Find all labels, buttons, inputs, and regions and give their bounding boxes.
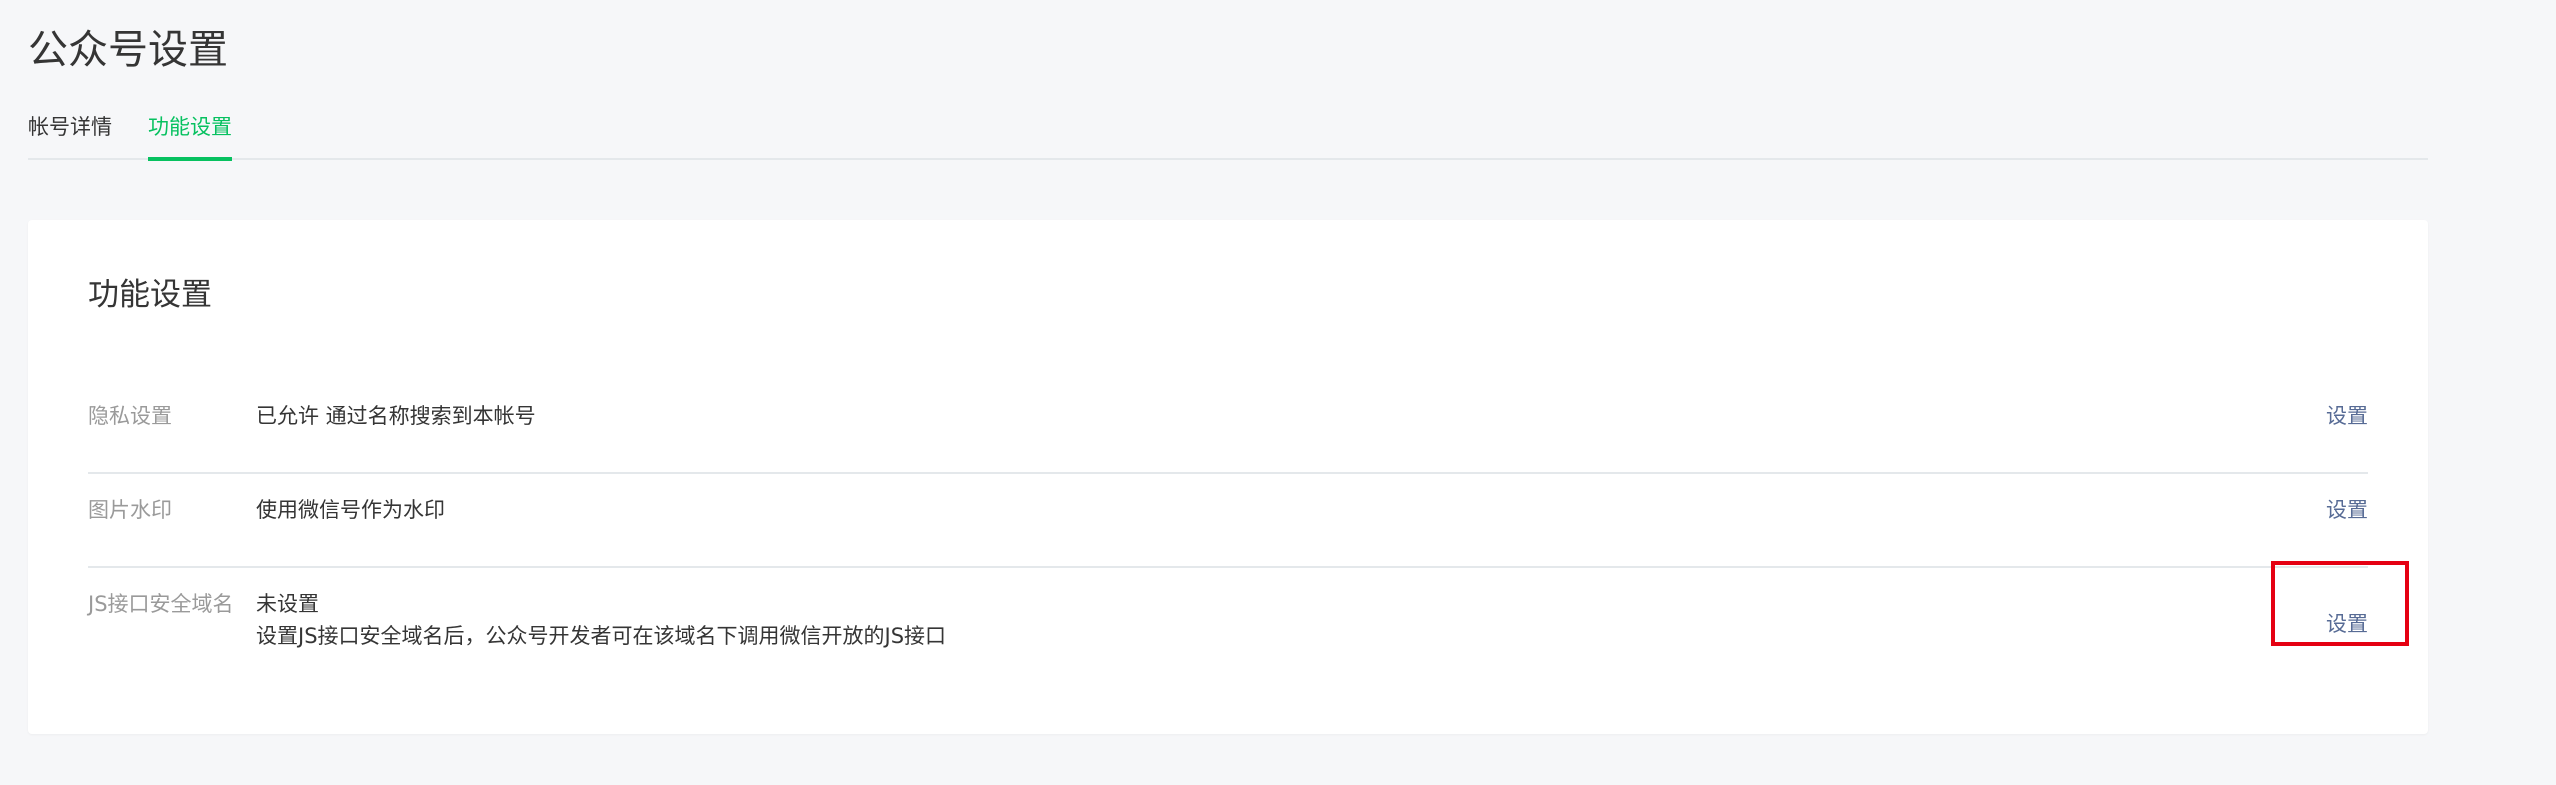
card-title: 功能设置 bbox=[88, 277, 212, 313]
tab-bar: 帐号详情 功能设置 bbox=[28, 108, 2428, 161]
row-label-js-domain: JS接口安全域名 bbox=[88, 592, 234, 616]
row-value-privacy: 已允许 通过名称搜索到本帐号 bbox=[256, 404, 536, 428]
settings-row-js-domain: JS接口安全域名 未设置 设置JS接口安全域名后，公众号开发者可在该域名下调用微… bbox=[88, 568, 2368, 678]
row-label-watermark: 图片水印 bbox=[88, 498, 172, 522]
row-value-js-domain: 未设置 设置JS接口安全域名后，公众号开发者可在该域名下调用微信开放的JS接口 bbox=[256, 588, 946, 652]
settings-row-watermark: 图片水印 使用微信号作为水印 设置 bbox=[88, 474, 2368, 568]
tab-account-details[interactable]: 帐号详情 bbox=[28, 108, 112, 158]
js-domain-description: 设置JS接口安全域名后，公众号开发者可在该域名下调用微信开放的JS接口 bbox=[256, 624, 947, 648]
tab-function-settings[interactable]: 功能设置 bbox=[148, 108, 232, 161]
settings-row-privacy: 隐私设置 已允许 通过名称搜索到本帐号 设置 bbox=[88, 380, 2368, 474]
page-title: 公众号设置 bbox=[28, 27, 228, 73]
function-settings-card: 功能设置 隐私设置 已允许 通过名称搜索到本帐号 设置 图片水印 使用微信号作为… bbox=[28, 220, 2428, 734]
js-domain-settings-button[interactable]: 设置 bbox=[2326, 608, 2368, 640]
privacy-settings-button[interactable]: 设置 bbox=[2326, 400, 2368, 432]
watermark-settings-button[interactable]: 设置 bbox=[2326, 494, 2368, 526]
row-value-watermark: 使用微信号作为水印 bbox=[256, 498, 445, 522]
js-domain-status: 未设置 bbox=[256, 592, 319, 616]
row-label-privacy: 隐私设置 bbox=[88, 404, 172, 428]
